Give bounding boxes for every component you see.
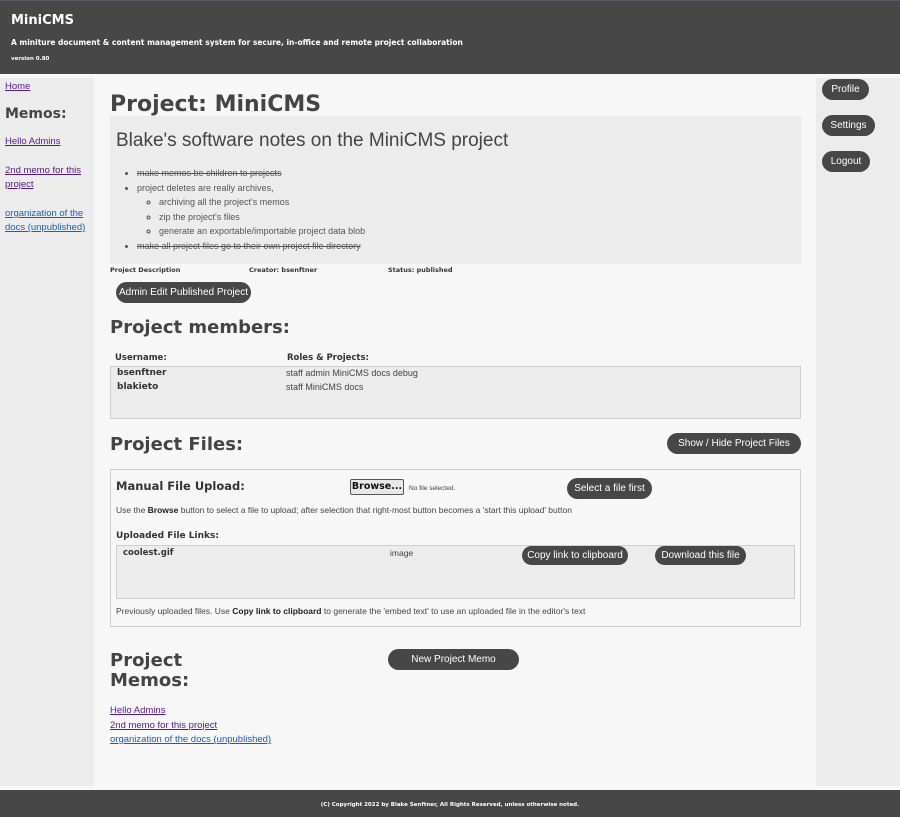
profile-button[interactable]: Profile xyxy=(822,79,869,100)
uploaded-files-heading: Uploaded File Links: xyxy=(116,531,219,541)
project-memo-link[interactable]: Hello Admins xyxy=(110,704,271,719)
project-memo-link[interactable]: 2nd memo for this project xyxy=(110,719,271,734)
project-description: Blake's software notes on the MiniCMS pr… xyxy=(110,116,801,264)
project-memo-link[interactable]: organization of the docs (unpublished) xyxy=(110,733,271,748)
project-status: Status: published xyxy=(388,266,453,274)
toggle-files-button[interactable]: Show / Hide Project Files xyxy=(667,433,801,454)
footer: (C) Copyright 2022 by Blake Senftner, Al… xyxy=(0,790,900,817)
description-subitem: generate an exportable/importable projec… xyxy=(159,224,365,239)
description-item: make all project files go to their own p… xyxy=(137,239,365,254)
upload-help-bold: Browse xyxy=(147,505,179,515)
members-heading: Project members: xyxy=(110,317,290,338)
files-heading: Project Files: xyxy=(110,434,244,455)
description-list: make memos be children to projects proje… xyxy=(137,166,365,253)
manual-upload-heading: Manual File Upload: xyxy=(116,479,245,493)
description-item-text: project deletes are really archives, xyxy=(137,182,274,193)
project-memos-heading-line: Project xyxy=(110,650,183,671)
app-version: version 0.80 xyxy=(11,56,50,62)
member-username: bsenftner xyxy=(117,368,167,378)
upload-help-post: button to select a file to upload; after… xyxy=(180,505,572,515)
settings-button[interactable]: Settings xyxy=(822,115,875,136)
member-roles: staff MiniCMS docs xyxy=(286,382,364,392)
note-bold: Copy link to clipboard xyxy=(232,606,322,616)
project-memos-heading: Project Memos: xyxy=(110,651,189,691)
browse-button[interactable]: Browse... xyxy=(350,479,404,495)
description-item: make memos be children to projects xyxy=(137,166,365,181)
project-creator: Creator: bsenftner xyxy=(249,266,318,274)
admin-edit-project-button[interactable]: Admin Edit Published Project xyxy=(116,282,251,303)
right-sidebar: Profile Settings Logout xyxy=(816,78,900,786)
sidebar-memo-link[interactable]: organization of the docs (unpublished) xyxy=(5,207,91,235)
left-sidebar: Home Memos: Hello Admins 2nd memo for th… xyxy=(0,78,94,786)
sidebar-memo-link[interactable]: Hello Admins xyxy=(5,135,91,149)
project-description-label: Project Description xyxy=(110,266,181,274)
uploaded-files-note: Previously uploaded files. Use Copy link… xyxy=(116,606,585,616)
upload-help-pre: Use the xyxy=(116,505,146,515)
app-tagline: A miniture document & content management… xyxy=(11,38,463,47)
no-file-selected: No file selected. xyxy=(409,485,456,492)
app-header: MiniCMS A miniture document & content ma… xyxy=(0,0,900,74)
description-sublist: archiving all the project's memos zip th… xyxy=(137,195,365,239)
member-roles: staff admin MiniCMS docs debug xyxy=(286,368,418,378)
project-memos-heading-line: Memos: xyxy=(110,670,190,691)
upload-help-text: Use the Browse button to select a file t… xyxy=(116,505,572,515)
description-subitem: zip the project's files xyxy=(159,210,365,225)
project-memo-links: Hello Admins 2nd memo for this project o… xyxy=(110,704,271,748)
logout-button[interactable]: Logout xyxy=(822,151,870,172)
member-username: blakieto xyxy=(117,382,159,392)
select-file-button[interactable]: Select a file first xyxy=(567,478,652,499)
sidebar-memos-heading: Memos: xyxy=(5,106,67,122)
page-title: Project: MiniCMS xyxy=(110,92,322,117)
uploaded-files-table: coolest.gif image Copy link to clipboard… xyxy=(116,545,795,599)
home-link[interactable]: Home xyxy=(5,80,30,94)
members-col-roles: Roles & Projects: xyxy=(287,353,369,363)
note-pre: Previously uploaded files. Use xyxy=(116,606,230,616)
sidebar-memo-link[interactable]: 2nd memo for this project xyxy=(5,164,91,192)
description-heading: Blake's software notes on the MiniCMS pr… xyxy=(116,130,509,151)
file-name: coolest.gif xyxy=(123,548,174,558)
description-item: project deletes are really archives, arc… xyxy=(137,181,365,239)
project-files-panel: Manual File Upload: Browse... No file se… xyxy=(110,469,801,627)
members-col-username: Username: xyxy=(115,353,167,363)
note-post: to generate the 'embed text' to use an u… xyxy=(323,606,586,616)
app-title: MiniCMS xyxy=(11,13,74,28)
sidebar-memo-list: Hello Admins 2nd memo for this project o… xyxy=(5,135,91,250)
description-subitem: archiving all the project's memos xyxy=(159,195,365,210)
download-file-button[interactable]: Download this file xyxy=(655,546,746,565)
file-type: image xyxy=(390,548,414,558)
members-table: bsenftner staff admin MiniCMS docs debug… xyxy=(110,366,801,419)
footer-copyright: (C) Copyright 2022 by Blake Senftner, Al… xyxy=(320,802,580,808)
new-memo-button[interactable]: New Project Memo xyxy=(388,649,519,670)
copy-link-button[interactable]: Copy link to clipboard xyxy=(522,546,628,565)
main-content: Project: MiniCMS Blake's software notes … xyxy=(94,78,816,786)
